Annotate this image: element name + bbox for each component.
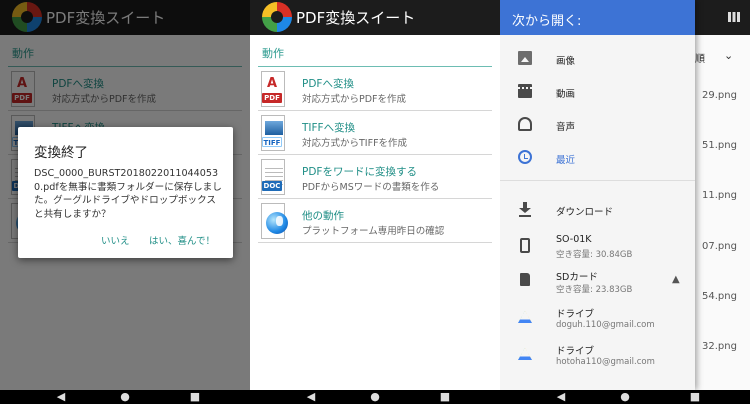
video-icon: [518, 84, 532, 98]
file-name[interactable]: 32.png: [702, 341, 737, 352]
drawer-item-device[interactable]: SO-01K 空き容量: 30.84GB: [500, 228, 695, 262]
divider: [258, 242, 492, 243]
recent-icon: [518, 150, 532, 164]
sd-card-icon: [520, 273, 530, 286]
google-drive-icon: [518, 348, 532, 360]
drawer-item-label: SO-01K: [556, 234, 592, 245]
drawer-item-downloads[interactable]: ダウンロード: [500, 192, 695, 226]
tiff-document-icon: TIFF: [258, 115, 288, 151]
file-name[interactable]: 51.png: [702, 140, 737, 151]
download-icon-base: [519, 215, 531, 217]
drawer-item-label: ドライブ: [556, 309, 595, 320]
chevron-down-icon[interactable]: ⌄: [724, 49, 733, 62]
home-icon[interactable]: ●: [368, 391, 382, 403]
pdf-document-icon: APDF: [258, 71, 288, 107]
grid-view-icon[interactable]: [728, 12, 740, 22]
screen-3: 順 ⌄ 29.png 51.png 11.png 07.png 54.png 3…: [500, 0, 750, 390]
screen-1: PDF変換スイート 動作 APDF PDFへ変換 対応方式からPDFを作成 TI…: [0, 0, 250, 390]
drive-account-email: hotoha110@gmail.com: [556, 357, 655, 367]
menu-item-title: 他の動作: [302, 210, 344, 222]
audio-icon: [518, 117, 532, 131]
section-label: 動作: [262, 47, 284, 60]
drawer-item-label: 最近: [556, 155, 576, 166]
system-navigation-bar: ◀ ● ■ ◀ ● ■ ◀ ● ■: [0, 390, 750, 404]
recents-icon[interactable]: ■: [188, 391, 202, 403]
drawer-item-label: ダウンロード: [556, 207, 614, 218]
drawer-item-label: ドライブ: [556, 346, 595, 357]
back-icon[interactable]: ◀: [304, 391, 318, 403]
back-icon[interactable]: ◀: [54, 391, 68, 403]
drawer-item-recent[interactable]: 最近: [500, 140, 695, 174]
menu-item-title: PDFをワードに変換する: [302, 166, 417, 178]
divider: [500, 180, 695, 181]
drawer-item-label: 画像: [556, 56, 576, 67]
conversion-complete-dialog: 変換終了 DSC_0000_BURST20180220110440530.pdf…: [18, 127, 233, 258]
eject-icon[interactable]: ▲: [672, 274, 680, 285]
yes-button[interactable]: はい、喜んで！: [149, 233, 215, 247]
download-icon: [518, 202, 532, 216]
drawer-header: 次から開く:: [500, 0, 695, 35]
drawer-item-audio[interactable]: 音声: [500, 107, 695, 141]
menu-item-subtitle: プラットフォーム専用昨日の確認: [302, 226, 445, 237]
storage-free-space: 空き容量: 30.84GB: [556, 250, 633, 260]
drawer-item-images[interactable]: 画像: [500, 41, 695, 75]
dialog-title: 変換終了: [34, 145, 88, 161]
drawer-item-videos[interactable]: 動画: [500, 74, 695, 108]
file-name[interactable]: 11.png: [702, 190, 737, 201]
drawer-item-drive-2[interactable]: ドライブ hotoha110@gmail.com: [500, 337, 695, 371]
menu-item-title: PDFへ変換: [302, 78, 354, 90]
drawer-item-label: 動画: [556, 89, 576, 100]
recents-icon[interactable]: ■: [438, 391, 452, 403]
word-document-icon: DOC: [258, 159, 288, 195]
phone-icon: [520, 238, 530, 253]
file-name[interactable]: 54.png: [702, 291, 737, 302]
globe-icon: [258, 203, 288, 239]
drawer-item-label: 音声: [556, 122, 576, 133]
app-title: PDF変換スイート: [296, 9, 416, 27]
drawer-item-label: SDカード: [556, 272, 598, 283]
menu-item-subtitle: 対応方式からTIFFを作成: [302, 138, 408, 149]
menu-item-title: TIFFへ変換: [302, 122, 356, 134]
no-button[interactable]: いいえ: [101, 233, 130, 247]
back-icon[interactable]: ◀: [554, 391, 568, 403]
home-icon[interactable]: ●: [618, 391, 632, 403]
drawer-item-sd-card[interactable]: SDカード 空き容量: 23.83GB ▲: [500, 263, 695, 297]
file-name[interactable]: 07.png: [702, 241, 737, 252]
drawer-item-drive-1[interactable]: ドライブ doguh.110@gmail.com: [500, 300, 695, 334]
image-icon: [518, 51, 532, 65]
menu-item-word[interactable]: DOC PDFをワードに変換する PDFからMSワードの書類を作る: [250, 155, 500, 199]
screen-2: PDF変換スイート 動作 A PDF PDFへ変換 対応方式からPDFを作成 TI…: [250, 0, 500, 390]
menu-item-subtitle: 対応方式からPDFを作成: [302, 94, 407, 105]
menu-item-pdf[interactable]: APDF PDFへ変換 対応方式からPDFを作成: [250, 67, 500, 111]
drawer-title: 次から開く:: [512, 14, 582, 29]
storage-free-space: 空き容量: 23.83GB: [556, 285, 633, 295]
app-logo-icon: [262, 2, 292, 32]
menu-item-subtitle: PDFからMSワードの書類を作る: [302, 182, 440, 193]
google-drive-icon: [518, 311, 532, 323]
recents-icon[interactable]: ■: [688, 391, 702, 403]
app-bar: PDF変換スイート: [250, 0, 500, 35]
sort-label[interactable]: 順: [695, 50, 705, 65]
home-icon[interactable]: ●: [118, 391, 132, 403]
dialog-message: DSC_0000_BURST20180220110440530.pdfを無事に書…: [34, 168, 222, 220]
section-header: 動作: [250, 35, 500, 67]
menu-item-other[interactable]: 他の動作 プラットフォーム専用昨日の確認: [250, 199, 500, 243]
menu-item-tiff[interactable]: TIFF TIFFへ変換 対応方式からTIFFを作成: [250, 111, 500, 155]
drive-account-email: doguh.110@gmail.com: [556, 320, 655, 330]
file-name[interactable]: 29.png: [702, 90, 737, 101]
open-from-drawer: 次から開く: 画像 動画 音声 最近 ダウンロード SO-01K 空き容量: 3…: [500, 0, 695, 390]
